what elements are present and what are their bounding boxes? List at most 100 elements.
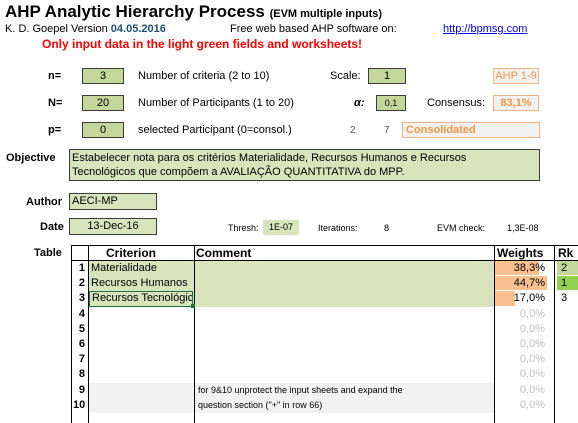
comment-cell[interactable]: for 9&10 unprotect the input sheets and … bbox=[198, 385, 403, 395]
author-text: K. D. Goepel Version bbox=[5, 23, 108, 35]
participant-status: Consolidated bbox=[402, 122, 540, 138]
header-comment: Comment bbox=[196, 246, 252, 260]
scale-name-badge: AHP 1-9 bbox=[493, 68, 539, 84]
author-label: Author bbox=[26, 196, 63, 208]
weight-cell: 0,0% bbox=[495, 352, 553, 366]
evm-check-value: 1,3E-08 bbox=[507, 223, 539, 233]
weight-cell: 0,0% bbox=[495, 383, 553, 397]
objective-line-1: Estabelecer nota para os critérios Mater… bbox=[72, 152, 467, 164]
weight-value: 0,0% bbox=[519, 307, 545, 320]
iterations-value: 8 bbox=[384, 223, 390, 233]
row-number: 2 bbox=[78, 277, 85, 290]
grid-line bbox=[71, 245, 72, 423]
criterion-cell[interactable] bbox=[89, 399, 193, 414]
rank-cell bbox=[557, 383, 578, 397]
warning-text: Only input data in the light green field… bbox=[42, 37, 363, 51]
criterion-cell[interactable] bbox=[89, 368, 193, 383]
row-number: 4 bbox=[78, 307, 85, 320]
grid-line bbox=[71, 245, 578, 246]
fill-handle[interactable] bbox=[191, 303, 195, 308]
grid-line bbox=[494, 245, 495, 423]
criterion-cell[interactable] bbox=[89, 338, 193, 353]
title-text: AHP Analytic Hierarchy Process bbox=[5, 2, 265, 21]
date-input[interactable]: 13-Dec-16 bbox=[69, 218, 157, 235]
criterion-cell[interactable] bbox=[89, 323, 193, 338]
header-weights: Weights bbox=[497, 246, 544, 260]
weight-value: 0,0% bbox=[519, 338, 545, 350]
grid-line bbox=[71, 260, 578, 261]
author-input[interactable]: AECI-MP bbox=[69, 193, 157, 210]
row-number: 8 bbox=[78, 368, 85, 381]
N-description: Number of Participants (1 to 20) bbox=[138, 97, 294, 109]
criterion-cell[interactable]: Recursos Humanos bbox=[89, 277, 193, 292]
weight-cell: 44,7% bbox=[495, 276, 553, 291]
row-number: 10 bbox=[73, 398, 86, 411]
criterion-cell[interactable] bbox=[89, 384, 193, 399]
alpha-label: α: bbox=[354, 97, 365, 109]
table-label: Table bbox=[34, 247, 62, 259]
weight-cell: 0,0% bbox=[495, 337, 553, 351]
n-input[interactable]: 3 bbox=[82, 68, 124, 84]
row-number: 9 bbox=[78, 383, 85, 396]
consensus-label: Consensus: bbox=[427, 97, 486, 109]
p-input[interactable]: 0 bbox=[82, 122, 124, 138]
comment-cell[interactable]: question section ("+" in row 66) bbox=[198, 400, 322, 410]
criterion-cell[interactable] bbox=[89, 308, 193, 323]
grid-line bbox=[554, 245, 555, 423]
alpha-input[interactable]: 0,1 bbox=[376, 95, 406, 111]
weight-cell: 0,0% bbox=[495, 367, 553, 381]
website-link[interactable]: http://bpmsg.com bbox=[443, 23, 527, 35]
row-number: 7 bbox=[78, 353, 85, 366]
weight-value: 44,7% bbox=[513, 277, 545, 290]
objective-label: Objective bbox=[6, 152, 56, 164]
rank-cell: 1 bbox=[557, 276, 578, 291]
weight-value: 0,0% bbox=[519, 322, 545, 335]
thresh-label: Thresh: bbox=[228, 223, 259, 233]
criterion-cell[interactable]: Materialidade bbox=[89, 262, 193, 277]
evm-check-label: EVM check: bbox=[437, 223, 486, 233]
objective-input[interactable]: Estabelecer nota para os critérios Mater… bbox=[69, 149, 540, 181]
weight-value: 0,0% bbox=[519, 398, 545, 411]
p-label: p= bbox=[48, 124, 62, 136]
p-number-1: 2 bbox=[350, 125, 356, 136]
title-suffix: (EVM multiple inputs) bbox=[269, 8, 383, 20]
weight-value: 0,0% bbox=[519, 353, 545, 366]
grid-line bbox=[194, 245, 195, 423]
weight-value: 0,0% bbox=[519, 368, 545, 381]
thresh-input[interactable]: 1E-07 bbox=[263, 220, 299, 235]
iterations-label: Iterations: bbox=[318, 223, 358, 233]
scale-input[interactable]: 1 bbox=[368, 68, 406, 84]
weight-cell: 17,0% bbox=[495, 291, 553, 306]
rank-cell bbox=[557, 352, 578, 366]
p-number-2: 7 bbox=[384, 125, 390, 136]
weight-value: 38,3% bbox=[513, 262, 545, 274]
criterion-cell[interactable]: Recursos Tecnológicos bbox=[89, 291, 193, 307]
weight-bar bbox=[495, 291, 515, 306]
page-title: AHP Analytic Hierarchy Process (EVM mult… bbox=[5, 2, 382, 22]
header-criterion: Criterion bbox=[106, 246, 157, 260]
rank-cell bbox=[557, 307, 578, 321]
date-label: Date bbox=[40, 221, 64, 233]
weight-value: 17,0% bbox=[513, 292, 545, 305]
N-input[interactable]: 20 bbox=[82, 95, 124, 111]
criterion-cell[interactable] bbox=[89, 353, 193, 368]
N-label: N= bbox=[48, 97, 63, 109]
rank-cell bbox=[557, 322, 578, 336]
author-version-line: K. D. Goepel Version 04.05.2016 bbox=[5, 23, 166, 35]
n-label: n= bbox=[48, 70, 62, 82]
scale-label: Scale: bbox=[330, 70, 361, 82]
version-text: 04.05.2016 bbox=[110, 23, 166, 35]
weight-cell: 0,0% bbox=[495, 307, 553, 321]
consensus-value: 83,1% bbox=[493, 95, 539, 111]
rank-cell: 3 bbox=[561, 292, 568, 305]
row-number: 3 bbox=[78, 292, 85, 305]
weight-cell: 38,3% bbox=[495, 261, 553, 276]
rank-cell bbox=[557, 367, 578, 381]
p-description: selected Participant (0=consol.) bbox=[138, 124, 292, 136]
weight-value: 0,0% bbox=[519, 383, 545, 396]
rank-cell: 2 bbox=[557, 261, 578, 276]
rank-cell bbox=[557, 398, 578, 412]
weight-cell: 0,0% bbox=[495, 322, 553, 336]
header-rank: Rk bbox=[558, 246, 574, 260]
free-software-text: Free web based AHP software on: bbox=[230, 23, 397, 35]
